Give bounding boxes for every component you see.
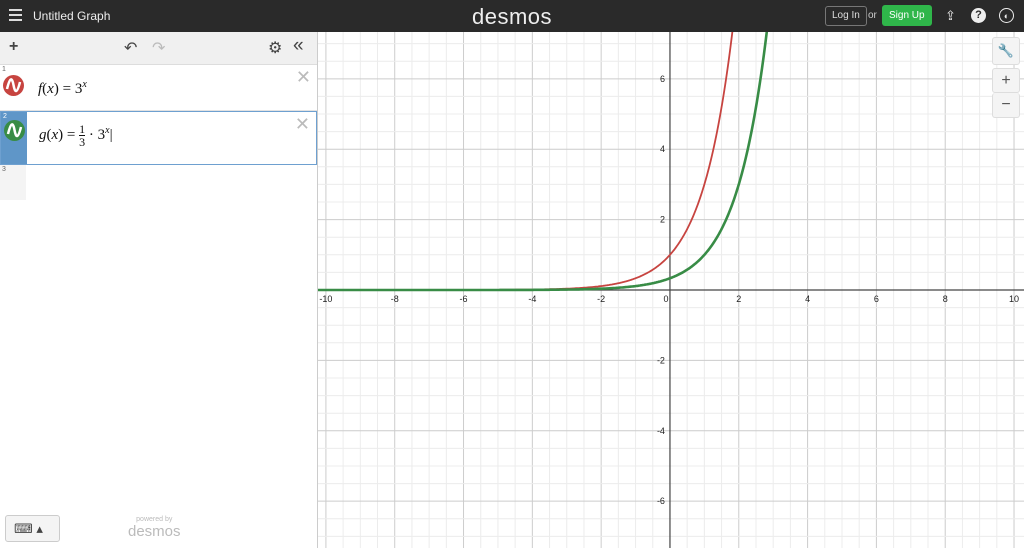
settings-gear-icon[interactable]: ⚙ (268, 38, 282, 58)
curve-f (318, 32, 734, 291)
x-tick-label: -8 (391, 294, 399, 304)
share-icon[interactable]: ⇪ (943, 8, 958, 23)
collapse-panel-button[interactable]: « (293, 35, 304, 57)
graph-title[interactable]: Untitled Graph (33, 9, 110, 23)
add-expression-button[interactable]: + (9, 38, 18, 56)
powered-by-label: powered by (136, 516, 173, 523)
x-tick-label: -10 (319, 294, 332, 304)
x-tick-label: 0 (663, 294, 668, 304)
expression-gutter: 1 (0, 65, 26, 110)
expression-f[interactable]: f(x) = 3x (38, 79, 87, 98)
login-button[interactable]: Log In (825, 6, 867, 26)
expression-number: 1 (2, 66, 6, 73)
x-tick-label: -6 (460, 294, 468, 304)
expression-row-3[interactable]: 3 (0, 165, 317, 200)
expression-panel: + ↶ ↷ ⚙ « 1 f(x) = 3x ✕ 2 g(x) = 13 · 3x… (0, 32, 318, 548)
y-tick-label: 6 (660, 74, 665, 84)
delete-expression-icon[interactable]: ✕ (295, 114, 310, 135)
expression-toolbar: + ↶ ↷ ⚙ « (0, 32, 317, 65)
graph-canvas[interactable]: -10 -8 -6 -4 -2 0 2 4 6 8 10 -6 -4 -2 2 4 6 (318, 32, 1024, 548)
undo-button[interactable]: ↶ (124, 38, 137, 58)
green-curve-icon[interactable] (4, 120, 25, 141)
menu-icon[interactable] (9, 9, 22, 21)
signup-button[interactable]: Sign Up (882, 5, 932, 26)
globe-icon[interactable]: ◐ (999, 8, 1014, 23)
x-tick-label: -2 (597, 294, 605, 304)
desmos-logo: desmos (472, 4, 553, 29)
curve-g (318, 32, 769, 292)
x-tick-label: 6 (874, 294, 879, 304)
expression-number: 2 (3, 113, 7, 120)
powered-by-brand: desmos (128, 523, 181, 540)
keyboard-toggle-button[interactable]: ⌨ ▴ (5, 515, 60, 542)
x-tick-label: 2 (736, 294, 741, 304)
expression-g[interactable]: g(x) = 13 · 3x| (39, 123, 113, 148)
red-curve-icon[interactable] (3, 75, 24, 96)
delete-expression-icon[interactable]: ✕ (296, 67, 311, 88)
expression-row-1[interactable]: 1 f(x) = 3x ✕ (0, 65, 317, 111)
y-tick-label: -6 (657, 496, 665, 506)
or-label: or (868, 10, 877, 21)
zoom-out-button[interactable]: − (992, 93, 1020, 118)
expression-gutter: 3 (0, 165, 26, 200)
help-icon[interactable]: ? (971, 8, 986, 23)
y-tick-label: -2 (657, 355, 665, 365)
x-tick-label: 8 (943, 294, 948, 304)
expression-number: 3 (2, 166, 6, 173)
top-bar: Untitled Graph desmos Log In or Sign Up … (0, 0, 1024, 32)
expression-row-2[interactable]: 2 g(x) = 13 · 3x| ✕ (0, 111, 317, 165)
x-tick-label: -4 (528, 294, 536, 304)
y-tick-label: 2 (660, 215, 665, 225)
graph-settings-wrench-button[interactable]: 🔧 (992, 37, 1020, 65)
redo-button[interactable]: ↷ (152, 38, 165, 58)
expression-gutter: 2 (1, 112, 27, 164)
x-tick-label: 4 (805, 294, 810, 304)
zoom-in-button[interactable]: + (992, 68, 1020, 93)
x-tick-label: 10 (1009, 294, 1019, 304)
powered-by-desmos: powered by desmos (128, 516, 181, 540)
y-tick-label: 4 (660, 144, 665, 154)
y-tick-label: -4 (657, 426, 665, 436)
